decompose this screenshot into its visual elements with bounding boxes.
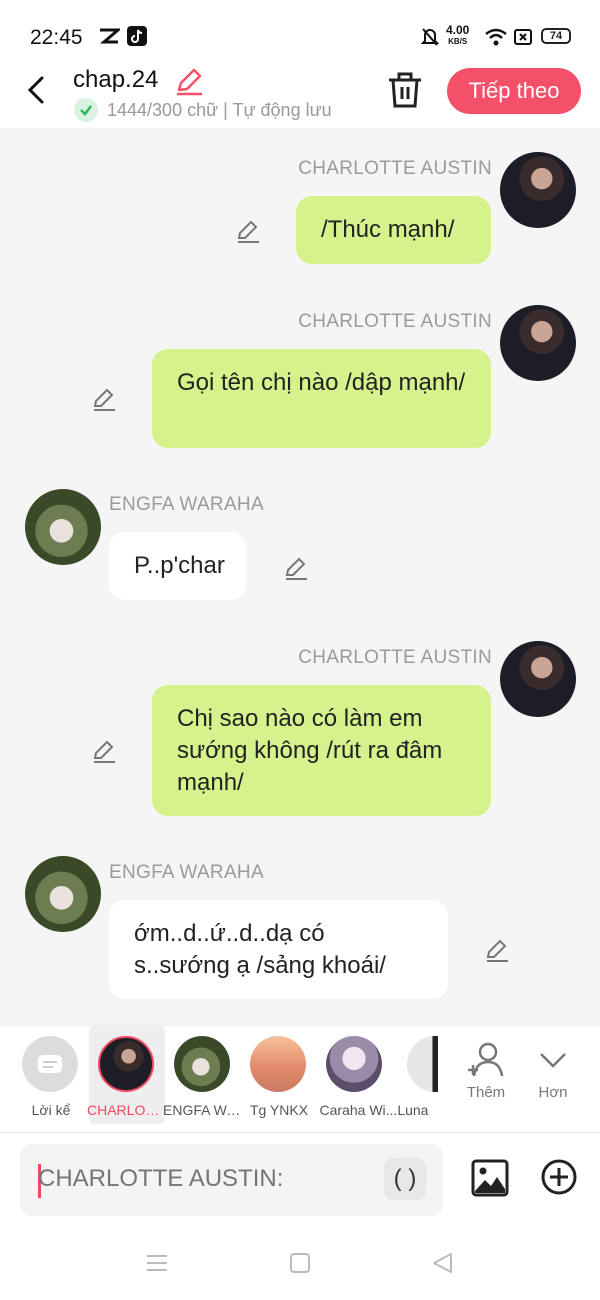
message-bubble[interactable]: ớm..d..ứ..d..dạ có s..sướng ạ /sảng khoá…: [109, 900, 448, 999]
character-charlotte[interactable]: CHARLOTTE AUSTIN: [87, 1026, 167, 1124]
message-bubble[interactable]: P..p'char: [109, 532, 246, 600]
editor-header: chap.24 1444/300 chữ | Tự động lưu Tiếp …: [0, 62, 600, 128]
edit-message-icon[interactable]: [283, 555, 309, 581]
character-engfa[interactable]: ENGFA WARAHA: [163, 1026, 243, 1124]
avatar-engfa[interactable]: [25, 489, 101, 565]
speed-unit: KB/S: [448, 37, 468, 46]
avatar-charlotte[interactable]: [500, 641, 576, 717]
status-bar: 22:45 4.00 KB/S 74: [0, 0, 600, 62]
status-time: 22:45: [30, 26, 83, 49]
edit-message-icon[interactable]: [235, 218, 261, 244]
trash-icon[interactable]: [386, 70, 424, 110]
saved-check-icon: [74, 98, 98, 122]
message-bubble[interactable]: /Thúc mạnh/: [296, 196, 491, 264]
back-icon[interactable]: [22, 72, 52, 108]
battery-indicator: 74: [541, 28, 571, 44]
capcut-icon: [99, 28, 120, 44]
menu-icon[interactable]: [146, 1252, 168, 1274]
edit-message-icon[interactable]: [484, 937, 510, 963]
character-avatar: [407, 1036, 438, 1092]
character-avatar: [98, 1036, 154, 1092]
narrator-icon: [22, 1036, 78, 1092]
more-label: Hơn: [538, 1084, 568, 1101]
avatar-engfa[interactable]: [25, 856, 101, 932]
avatar-charlotte[interactable]: [500, 305, 576, 381]
message-input-box[interactable]: ( ): [20, 1144, 443, 1216]
home-icon[interactable]: [289, 1252, 311, 1274]
character-avatar: [250, 1036, 306, 1092]
character-selector: Lời kể CHARLOTTE AUSTIN ENGFA WARAHA Tg …: [0, 1025, 600, 1133]
message-input[interactable]: [38, 1165, 378, 1193]
wifi-icon: [485, 28, 507, 46]
character-tg[interactable]: Tg YNKX: [241, 1026, 317, 1124]
next-button[interactable]: Tiếp theo: [447, 68, 581, 114]
mute-bell-icon: [421, 28, 439, 46]
message-sender: CHARLOTTE AUSTIN: [298, 311, 492, 332]
character-avatar: [174, 1036, 230, 1092]
save-status: 1444/300 chữ | Tự động lưu: [107, 100, 332, 120]
back-nav-icon[interactable]: [431, 1252, 453, 1274]
message-sender: CHARLOTTE AUSTIN: [298, 647, 492, 668]
add-label: Thêm: [466, 1084, 506, 1101]
screen-record-icon: [514, 29, 532, 45]
composer: ( ): [0, 1133, 600, 1228]
message-sender: ENGFA WARAHA: [109, 494, 264, 515]
parenthesis-button[interactable]: ( ): [384, 1158, 426, 1200]
chapter-title[interactable]: chap.24: [73, 66, 158, 94]
character-label: Lời kể: [31, 1102, 71, 1118]
image-icon[interactable]: [471, 1159, 509, 1197]
character-luna[interactable]: [398, 1026, 438, 1124]
character-label: ENGFA WARAHA: [163, 1102, 243, 1118]
edit-message-icon[interactable]: [91, 386, 117, 412]
add-character-button[interactable]: Thêm: [456, 1040, 516, 1101]
speed-value: 4.00: [446, 23, 470, 37]
message-sender: ENGFA WARAHA: [109, 862, 264, 883]
message-sender: CHARLOTTE AUSTIN: [298, 158, 492, 179]
message-bubble[interactable]: Chị sao nào có làm em sướng không /rút r…: [152, 685, 491, 816]
edit-title-icon[interactable]: [174, 66, 204, 96]
system-nav-bar: [0, 1228, 600, 1300]
character-avatar: [326, 1036, 382, 1092]
message-bubble[interactable]: Gọi tên chị nào /dập mạnh/: [152, 349, 491, 448]
edit-message-icon[interactable]: [91, 738, 117, 764]
add-circle-icon[interactable]: [541, 1159, 577, 1195]
tiktok-icon: [127, 26, 147, 46]
network-speed: 4.00 KB/S: [446, 23, 470, 47]
character-label: CHARLOTTE AUSTIN: [87, 1102, 167, 1118]
avatar-charlotte[interactable]: [500, 152, 576, 228]
character-narrator[interactable]: Lời kể: [13, 1026, 89, 1124]
more-button[interactable]: Hơn: [523, 1040, 583, 1101]
add-person-icon: [468, 1042, 504, 1077]
character-label: Tg YNKX: [249, 1102, 309, 1118]
character-caraha[interactable]: Caraha Wi...Luna: [317, 1026, 428, 1124]
chevron-down-icon: [540, 1053, 566, 1068]
